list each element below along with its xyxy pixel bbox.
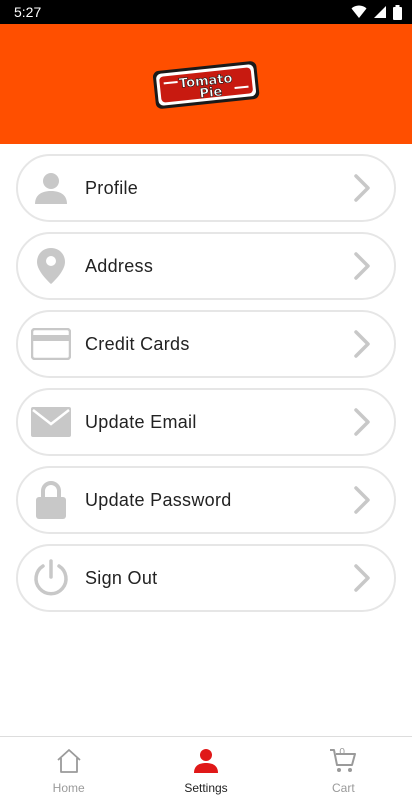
cart-icon: 0 <box>329 747 357 775</box>
chevron-right-icon <box>352 405 372 439</box>
nav-item-home[interactable]: Home <box>0 737 137 800</box>
tomato-pie-logo: Tomato Pie <box>152 61 260 109</box>
nav-label-home: Home <box>52 781 85 795</box>
menu-item-label: Address <box>85 255 154 276</box>
chevron-right-icon <box>352 249 372 283</box>
credit-card-icon <box>31 324 71 364</box>
menu-item-update-email[interactable]: Update Email <box>16 388 396 456</box>
location-pin-icon <box>31 246 71 286</box>
nav-label-cart: Cart <box>331 781 355 795</box>
chevron-right-icon <box>352 483 372 517</box>
menu-item-profile[interactable]: Profile <box>16 154 396 222</box>
envelope-icon <box>31 402 71 442</box>
menu-item-label: Credit Cards <box>85 333 190 354</box>
menu-item-credit-cards[interactable]: Credit Cards <box>16 310 396 378</box>
lock-icon <box>31 480 71 520</box>
nav-label-settings: Settings <box>184 781 228 795</box>
power-icon <box>31 558 71 598</box>
chevron-right-icon <box>352 561 372 595</box>
logo-text-bottom: Pie <box>199 84 223 101</box>
menu-item-label: Update Email <box>85 411 197 432</box>
menu-item-address[interactable]: Address <box>16 232 396 300</box>
menu-item-label: Sign Out <box>85 567 158 588</box>
wifi-icon <box>351 5 367 18</box>
nav-item-settings[interactable]: Settings <box>137 737 274 800</box>
menu-item-label: Profile <box>85 177 139 198</box>
bottom-navigation: Home Settings 0 Cart <box>0 736 412 800</box>
menu-item-label: Update Password <box>85 489 232 510</box>
status-time: 5:27 <box>14 4 42 20</box>
battery-icon <box>393 4 402 20</box>
status-bar: 5:27 <box>0 0 412 24</box>
chevron-right-icon <box>352 327 372 361</box>
person-icon <box>192 747 220 775</box>
person-icon <box>31 168 71 208</box>
menu-item-update-password[interactable]: Update Password <box>16 466 396 534</box>
menu-item-sign-out[interactable]: Sign Out <box>16 544 396 612</box>
status-icons <box>351 4 402 20</box>
signal-icon <box>374 6 386 18</box>
app-header: Tomato Pie <box>0 24 412 144</box>
chevron-right-icon <box>352 171 372 205</box>
home-icon <box>55 747 83 775</box>
nav-item-cart[interactable]: 0 Cart <box>275 737 412 800</box>
cart-count-badge: 0 <box>339 747 345 758</box>
